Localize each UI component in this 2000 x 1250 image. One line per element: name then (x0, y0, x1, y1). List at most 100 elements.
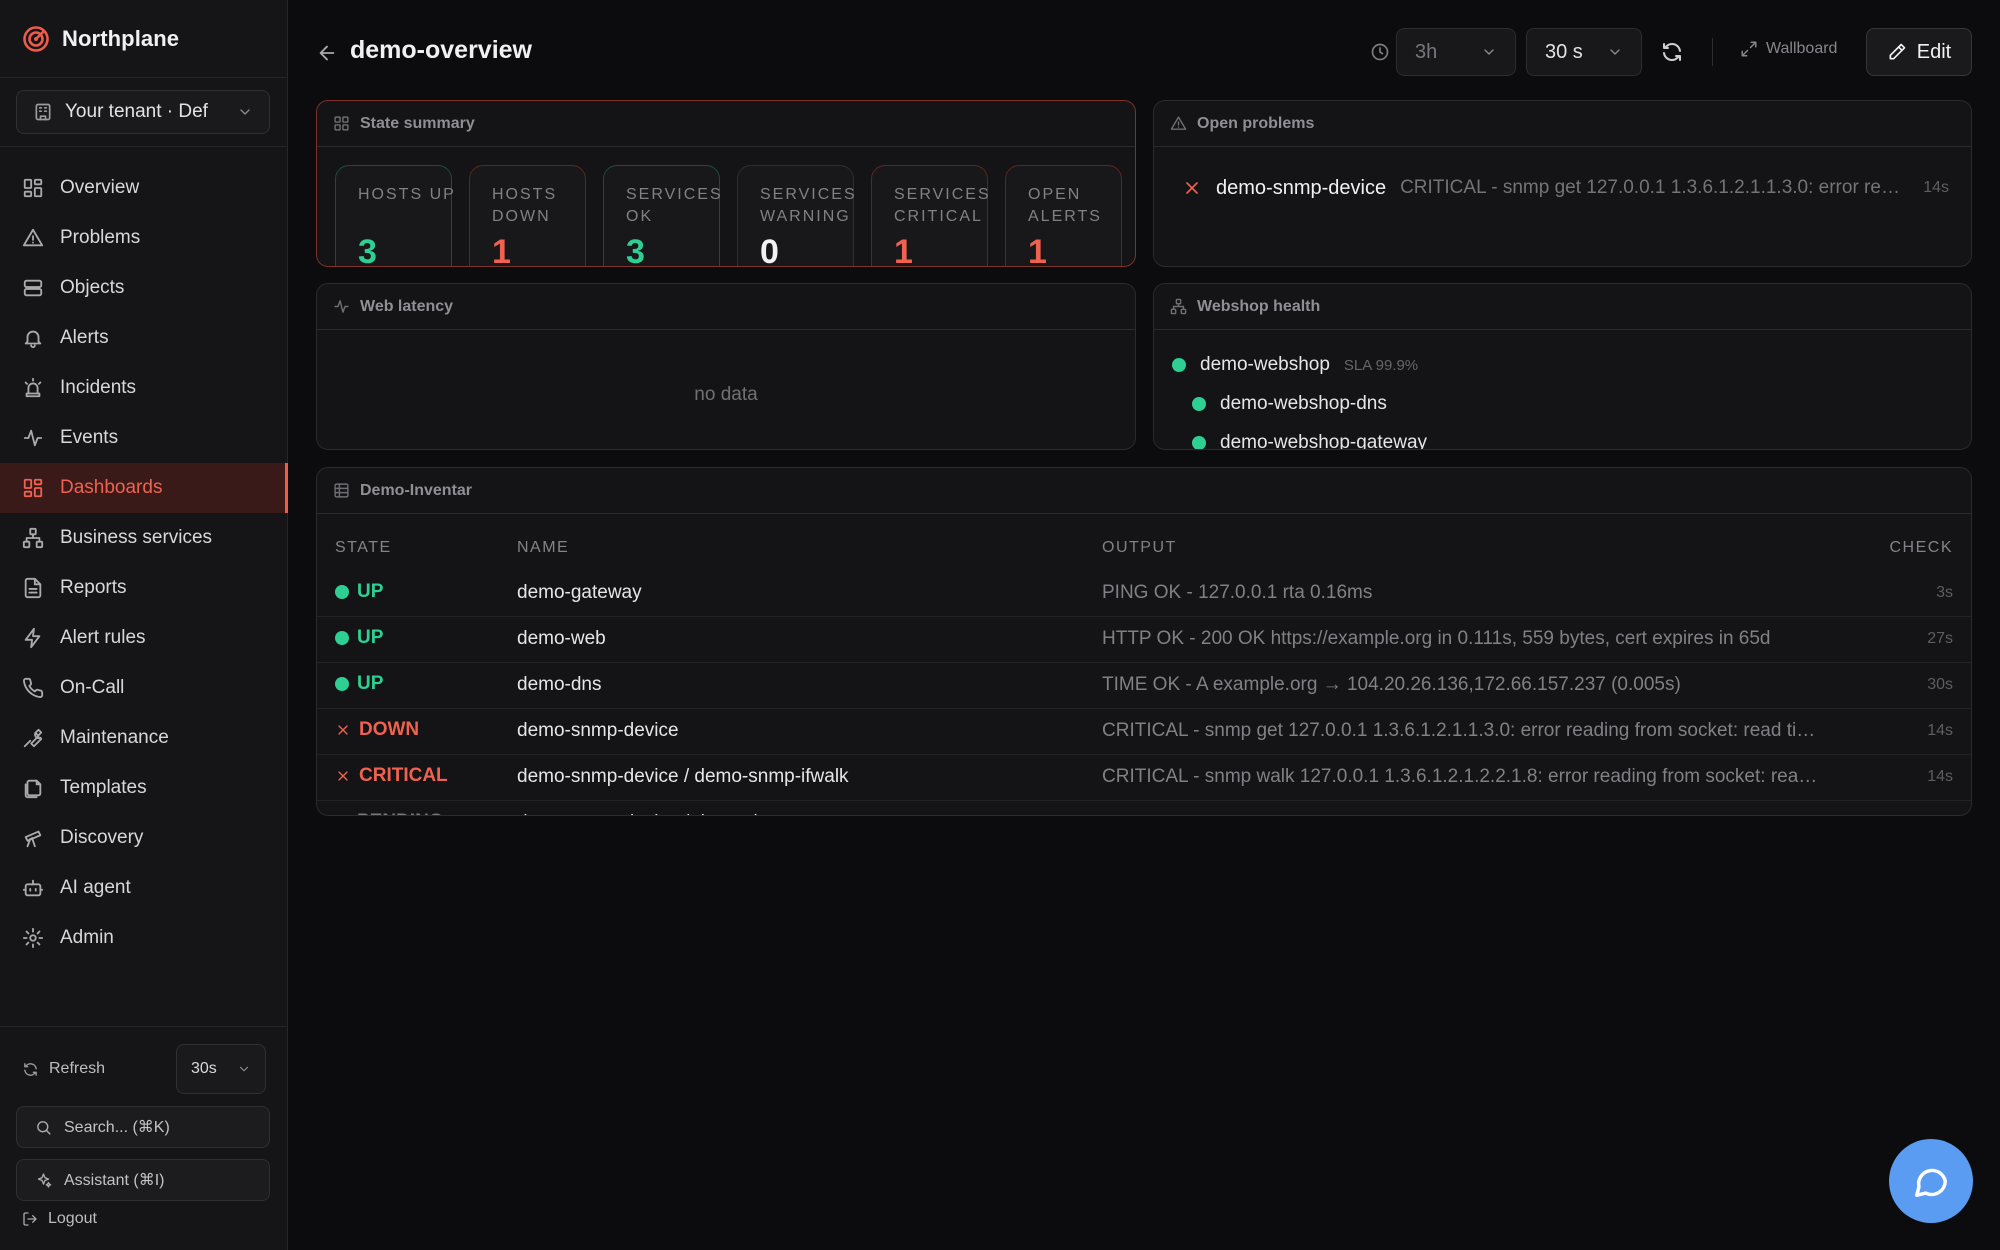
table-row[interactable]: CRITICAL demo-snmp-device / demo-snmp-if… (317, 754, 1971, 801)
state-text: UP (357, 580, 384, 602)
column-header-state[interactable]: STATE (317, 514, 517, 570)
panel-header: Demo-Inventar (317, 468, 1971, 514)
summary-tile-services-critical[interactable]: SERVICES CRITICAL 1 (871, 165, 989, 266)
telescope-icon (24, 830, 42, 848)
business-service-root[interactable]: demo-webshop SLA 99.9% (1172, 354, 1418, 376)
grid-icon (334, 116, 349, 131)
network-icon (22, 527, 44, 549)
tenant-selector[interactable]: Your tenant · Def (16, 90, 270, 134)
main-nav: Overview Problems Objects Alerts Inciden… (0, 163, 288, 963)
tile-value: 1 (492, 233, 511, 267)
nav-item-incidents[interactable]: Incidents (0, 363, 288, 413)
summary-tiles: HOSTS UP 3 HOSTS DOWN 1 SERVICES OK 3 SE… (335, 165, 1122, 267)
refresh-interval-select[interactable]: 30s (176, 1044, 266, 1094)
open-problems-panel: Open problems demo-snmp-device CRITICAL … (1153, 100, 1972, 267)
summary-tile-open-alerts[interactable]: OPEN ALERTS 1 (1005, 165, 1122, 267)
problem-output: CRITICAL - snmp get 127.0.0.1 1.3.6.1.2.… (1400, 177, 1909, 198)
nav-item-objects[interactable]: Objects (0, 263, 288, 313)
tile-value: 1 (1028, 233, 1047, 267)
logout-label: Logout (48, 1210, 97, 1227)
copy-icon (24, 779, 42, 799)
assistant-button[interactable]: Assistant (⌘I) (16, 1159, 270, 1201)
panel-header: Open problems (1154, 101, 1971, 147)
table-row[interactable]: UP demo-web HTTP OK - 200 OK https://exa… (317, 616, 1971, 663)
search-button[interactable]: Search... (⌘K) (16, 1106, 270, 1148)
panel-title: Web latency (360, 297, 454, 315)
nav-item-overview[interactable]: Overview (0, 163, 288, 213)
time-range-select[interactable]: 3h (1396, 28, 1516, 76)
object-name[interactable]: demo-dns (517, 662, 1102, 709)
nav-item-label: Alert rules (60, 627, 146, 648)
check-age: 14s (1854, 708, 1971, 755)
state-text: CRITICAL (359, 764, 448, 786)
building-icon (35, 103, 51, 121)
business-service-name: demo-webshop-gateway (1220, 432, 1428, 450)
object-name[interactable]: demo-snmp-device / demo-snmp-ifwalk (517, 754, 1102, 801)
chevron-down-icon (1610, 49, 1620, 55)
state-text: PENDING (357, 811, 444, 815)
problem-item[interactable]: demo-snmp-device CRITICAL - snmp get 127… (1182, 175, 1949, 201)
nav-item-ai-agent[interactable]: AI agent (0, 863, 288, 913)
clock-icon (1371, 43, 1389, 61)
refresh-interval-header-select[interactable]: 30 s (1526, 28, 1642, 76)
pencil-icon (1889, 43, 1906, 60)
state-text: DOWN (359, 718, 420, 740)
panel-header: Web latency (317, 284, 1135, 330)
bell-icon (24, 330, 42, 349)
object-name[interactable]: demo-gateway (517, 570, 1102, 617)
nav-item-label: Maintenance (60, 727, 169, 748)
column-header-check[interactable]: CHECK (1854, 514, 1971, 570)
tile-label: HOSTS UP (358, 186, 456, 203)
nav-item-events[interactable]: Events (0, 413, 288, 463)
state-badge-pending: PENDING (335, 811, 444, 815)
table-row[interactable]: DOWN demo-snmp-device CRITICAL - snmp ge… (317, 708, 1971, 755)
wallboard-button[interactable]: Wallboard (1740, 40, 1837, 58)
chevron-down-icon (239, 1066, 249, 1072)
business-service-child[interactable]: demo-webshop-dns (1192, 393, 1387, 415)
nav-item-alerts[interactable]: Alerts (0, 313, 288, 363)
reload-icon[interactable] (1660, 40, 1684, 64)
nav-item-templates[interactable]: Templates (0, 763, 288, 813)
table-row[interactable]: UP demo-dns TIME OK - A example.org → 10… (317, 662, 1971, 709)
edit-button[interactable]: Edit (1866, 28, 1972, 76)
object-name[interactable]: demo-snmp-device (517, 708, 1102, 755)
arrow-left-icon[interactable] (316, 42, 338, 64)
check-age: 14s (1854, 754, 1971, 801)
nav-item-dashboards[interactable]: Dashboards (0, 463, 288, 513)
summary-tile-services-ok[interactable]: SERVICES OK 3 (603, 165, 721, 266)
nav-item-maintenance[interactable]: Maintenance (0, 713, 288, 763)
table-row[interactable]: PENDING demo-snmp-device / demo-tls — (317, 800, 1971, 815)
tile-label: SERVICES OK (626, 186, 723, 225)
chat-button[interactable] (1889, 1139, 1973, 1223)
object-name[interactable]: demo-snmp-device / demo-tls (517, 800, 1102, 815)
brand[interactable]: Northplane (22, 24, 179, 54)
nav-item-label: Reports (60, 577, 127, 598)
nav-item-label: Objects (60, 277, 125, 298)
nav-item-business-services[interactable]: Business services (0, 513, 288, 563)
layout-dashboard-icon (23, 178, 43, 198)
state-badge-up: UP (335, 581, 383, 603)
tile-value: 3 (358, 233, 377, 267)
business-service-child[interactable]: demo-webshop-gateway (1192, 432, 1428, 450)
state-badge-critical: CRITICAL (335, 765, 448, 787)
summary-tile-hosts-down[interactable]: HOSTS DOWN 1 (469, 165, 586, 267)
nav-item-admin[interactable]: Admin (0, 913, 288, 963)
column-header-output[interactable]: OUTPUT (1102, 514, 1854, 570)
summary-tile-hosts-up[interactable]: HOSTS UP 3 (335, 165, 454, 267)
logout-link[interactable]: Logout (22, 1210, 97, 1228)
network-icon (1170, 298, 1187, 315)
nav-item-on-call[interactable]: On-Call (0, 663, 288, 713)
nav-item-alert-rules[interactable]: Alert rules (0, 613, 288, 663)
search-placeholder: Search... (⌘K) (64, 1119, 170, 1136)
column-header-name[interactable]: NAME (517, 514, 1102, 570)
web-latency-panel: Web latency no data (316, 283, 1136, 450)
nav-item-problems[interactable]: Problems (0, 213, 288, 263)
object-name[interactable]: demo-web (517, 616, 1102, 663)
panel-title: State summary (360, 114, 475, 132)
status-dot-ok (335, 631, 349, 645)
tile-value: 0 (760, 233, 779, 267)
summary-tile-services-warning[interactable]: SERVICES WARNING 0 (737, 165, 855, 267)
nav-item-reports[interactable]: Reports (0, 563, 288, 613)
table-row[interactable]: UP demo-gateway PING OK - 127.0.0.1 rta … (317, 570, 1971, 617)
nav-item-discovery[interactable]: Discovery (0, 813, 288, 863)
